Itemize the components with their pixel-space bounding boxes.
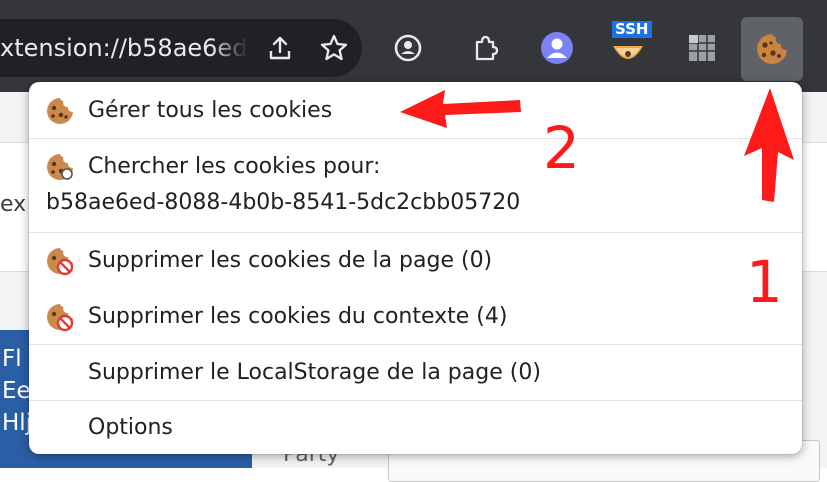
page-blue-line: Hlj (2, 410, 32, 436)
grid-extension-icon[interactable] (682, 28, 722, 68)
menu-item-label: Supprimer le LocalStorage de la page (0) (88, 360, 541, 385)
bookmark-star-icon[interactable] (318, 32, 350, 64)
cookie-icon (757, 34, 787, 64)
cookie-delete-icon (47, 304, 74, 332)
cookie-extension-popup-menu: Gérer tous les cookies Chercher les cook… (29, 82, 802, 454)
menu-item-delete-page-cookies[interactable]: Supprimer les cookies de la page (0) (29, 246, 802, 276)
menu-item-label: Gérer tous les cookies (88, 98, 333, 123)
menu-item-label: Options (88, 415, 173, 440)
share-icon[interactable] (264, 32, 296, 64)
page-blue-line: Fl (2, 346, 22, 372)
menu-separator (29, 344, 802, 345)
menu-separator (29, 232, 802, 233)
url-text[interactable]: xtension://b58ae6ed-8088-4b0b-8541-5dc2c… (0, 33, 248, 63)
cookie-icon (47, 98, 73, 124)
cookie-search-icon (47, 154, 73, 180)
extensions-puzzle-icon[interactable] (465, 28, 505, 68)
menu-item-context-id: b58ae6ed-8088-4b0b-8541-5dc2cbb05720 (46, 190, 521, 215)
menu-item-options[interactable]: Options (29, 413, 802, 443)
cookie-extension-button[interactable] (741, 17, 803, 81)
menu-item-search-cookies[interactable]: Chercher les cookies pour: b58ae6ed-8088… (29, 152, 802, 218)
annotation-number-2: 2 (543, 114, 580, 182)
menu-item-delete-localstorage[interactable]: Supprimer le LocalStorage de la page (0) (29, 358, 802, 388)
menu-separator (29, 138, 802, 139)
account-icon[interactable] (388, 28, 428, 68)
annotation-number-1: 1 (746, 248, 783, 316)
browser-toolbar: xtension://b58ae6ed-8088-4b0b-8541-5dc2c… (0, 0, 827, 92)
menu-item-delete-context-cookies[interactable]: Supprimer les cookies du contexte (4) (29, 302, 802, 332)
menu-item-label: Supprimer les cookies de la page (0) (88, 248, 493, 273)
annotation-arrow-up (744, 88, 794, 202)
address-bar[interactable]: xtension://b58ae6ed-8088-4b0b-8541-5dc2c… (0, 19, 362, 77)
menu-separator (29, 400, 802, 401)
menu-item-label: Supprimer les cookies du contexte (4) (88, 304, 508, 329)
profile-avatar-icon[interactable] (537, 28, 577, 68)
ssh-extension-icon[interactable] (608, 36, 648, 76)
cookie-delete-icon (47, 248, 74, 276)
annotation-arrow-left (400, 90, 521, 128)
page-blue-line: Ee (2, 378, 31, 404)
page-text-fragment: ex (0, 192, 27, 217)
menu-item-label: Chercher les cookies pour: (88, 154, 381, 179)
